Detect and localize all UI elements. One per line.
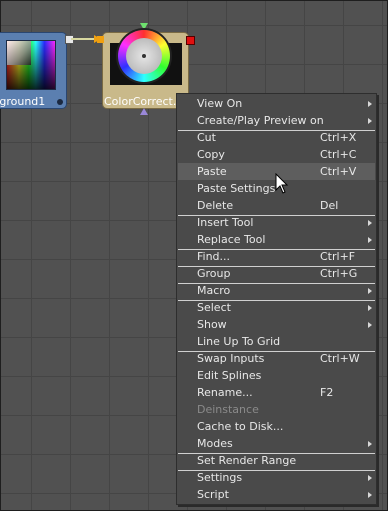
menu-item-find[interactable]: Find... Ctrl+F [178, 248, 375, 265]
menu-item-create-play-preview[interactable]: Create/Play Preview on [178, 112, 375, 129]
context-menu: View On Create/Play Preview on Cut Ctrl+X… [176, 93, 377, 505]
output-port[interactable] [186, 36, 195, 45]
submenu-arrow-icon [368, 237, 372, 243]
menu-item-rename[interactable]: Rename... F2 [178, 384, 375, 401]
background-node[interactable]: kground1 [0, 32, 74, 109]
menu-item-group[interactable]: Group Ctrl+G [178, 265, 375, 282]
menu-item-settings[interactable]: Settings [178, 469, 375, 486]
menu-item-deinstance: Deinstance [197, 403, 259, 416]
menu-item-cache-to-disk[interactable]: Cache to Disk... [178, 418, 375, 435]
colorcorrect-node-label: ColorCorrect... [104, 95, 184, 108]
input-port[interactable] [97, 36, 104, 43]
menu-item-set-render-range[interactable]: Set Render Range [178, 452, 375, 469]
menu-item-insert-tool[interactable]: Insert Tool [178, 214, 375, 231]
color-wheel-icon [118, 30, 170, 82]
menu-item-view-on[interactable]: View On [178, 95, 375, 112]
submenu-arrow-icon [368, 475, 372, 481]
purple-mask-triangle-icon[interactable] [140, 108, 148, 115]
green-input-triangle-icon[interactable] [140, 23, 148, 30]
submenu-arrow-icon [368, 305, 372, 311]
menu-item-modes[interactable]: Modes [178, 435, 375, 452]
menu-item-cut[interactable]: Cut Ctrl+X [178, 129, 375, 146]
menu-item-replace-tool[interactable]: Replace Tool [178, 231, 375, 248]
menu-item-show[interactable]: Show [178, 316, 375, 333]
menu-item-macro[interactable]: Macro [178, 282, 375, 299]
submenu-arrow-icon [368, 322, 372, 328]
background-node-label: kground1 [0, 95, 46, 108]
background-node-thumbnail [6, 40, 56, 90]
menu-item-line-up-to-grid[interactable]: Line Up To Grid [178, 333, 375, 350]
menu-item-select[interactable]: Select [178, 299, 375, 316]
menu-item-script[interactable]: Script [178, 486, 375, 503]
submenu-arrow-icon [368, 220, 372, 226]
submenu-arrow-icon [368, 288, 372, 294]
menu-item-edit-splines[interactable]: Edit Splines [178, 367, 375, 384]
submenu-arrow-icon [368, 118, 372, 124]
menu-item-swap-inputs[interactable]: Swap Inputs Ctrl+W [178, 350, 375, 367]
node-status-dot [57, 99, 63, 105]
mouse-cursor-icon [275, 173, 289, 194]
submenu-arrow-icon [368, 492, 372, 498]
menu-item-delete[interactable]: Delete Del [178, 197, 375, 214]
submenu-arrow-icon [368, 101, 372, 107]
submenu-arrow-icon [368, 441, 372, 447]
menu-item-copy[interactable]: Copy Ctrl+C [178, 146, 375, 163]
